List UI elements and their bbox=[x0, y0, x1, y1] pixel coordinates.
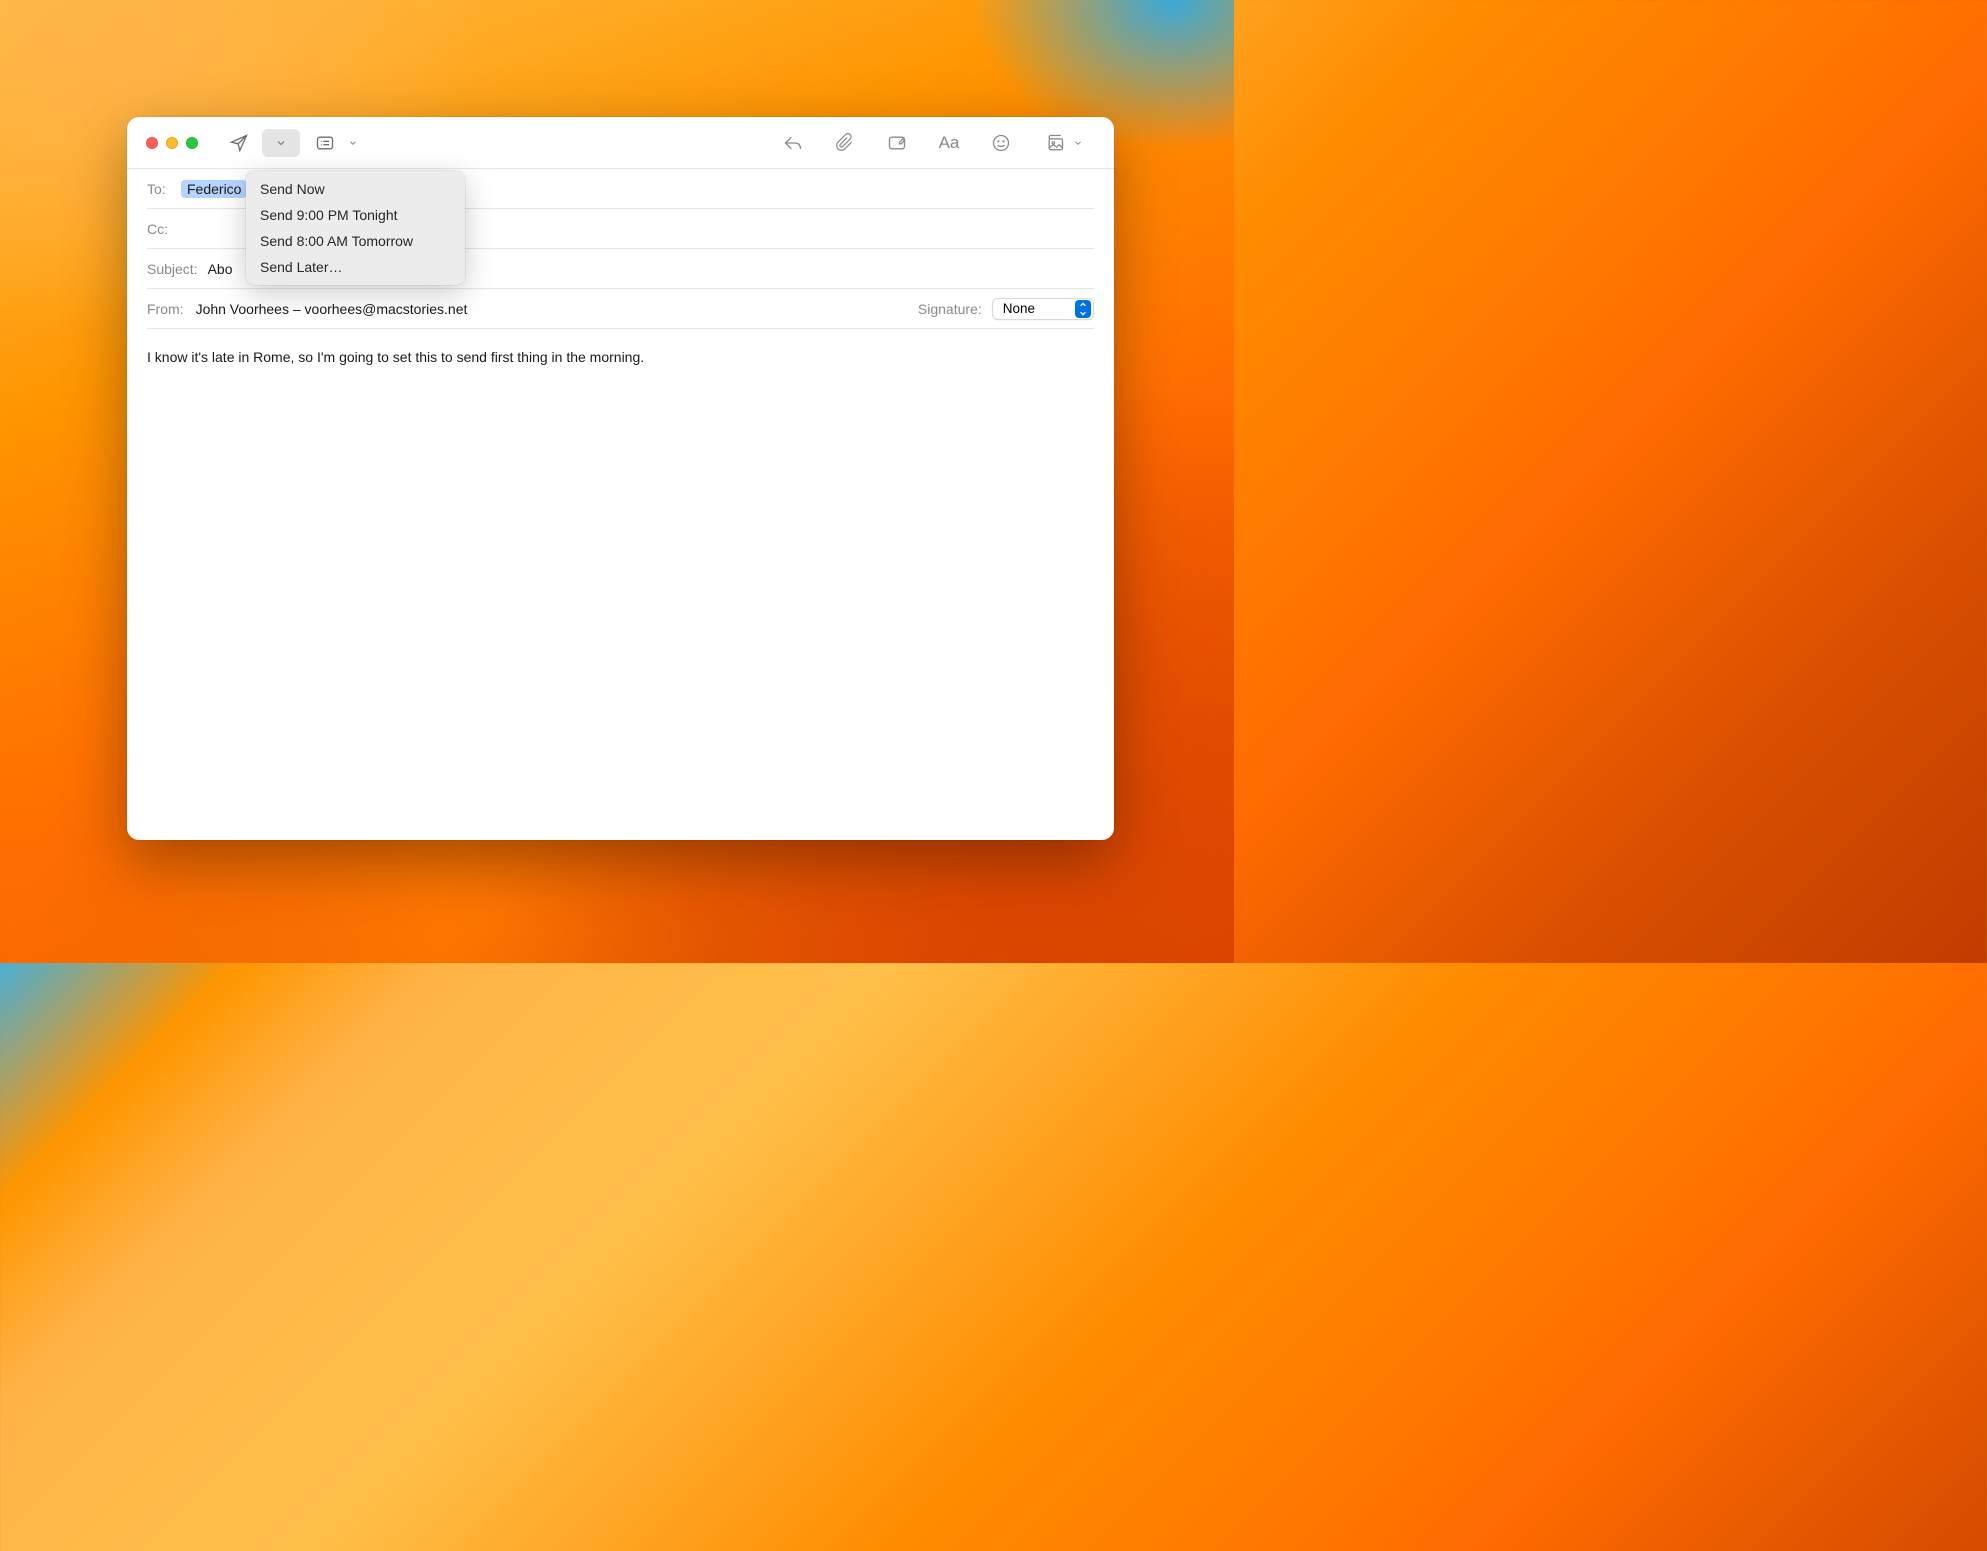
traffic-lights bbox=[146, 137, 198, 149]
select-stepper-icon bbox=[1075, 300, 1091, 318]
recipient-chip[interactable]: Federico bbox=[181, 180, 247, 198]
message-body[interactable]: I know it's late in Rome, so I'm going t… bbox=[127, 329, 1114, 840]
markup-icon bbox=[887, 133, 907, 153]
header-fields-button[interactable] bbox=[306, 129, 344, 157]
paperclip-icon bbox=[835, 133, 855, 153]
signature-area: Signature: None bbox=[918, 298, 1094, 320]
to-label: To: bbox=[147, 181, 173, 197]
header-fields-chevron[interactable] bbox=[344, 138, 362, 148]
menu-item-send-later[interactable]: Send Later… bbox=[246, 254, 465, 280]
emoji-button[interactable] bbox=[987, 129, 1015, 157]
send-options-dropdown-button[interactable] bbox=[262, 129, 300, 157]
subject-label: Subject: bbox=[147, 261, 198, 277]
zoom-window-button[interactable] bbox=[186, 137, 198, 149]
toolbar-left bbox=[220, 129, 362, 157]
list-rect-icon bbox=[315, 133, 335, 153]
from-value[interactable]: John Voorhees – voorhees@macstories.net bbox=[196, 301, 468, 317]
menu-item-send-tomorrow[interactable]: Send 8:00 AM Tomorrow bbox=[246, 228, 465, 254]
send-options-menu: Send Now Send 9:00 PM Tonight Send 8:00 … bbox=[246, 171, 465, 285]
chevron-down-icon bbox=[348, 138, 358, 148]
toolbar-right: Aa bbox=[779, 129, 1095, 157]
photo-browser-chevron[interactable] bbox=[1069, 138, 1087, 148]
smiley-icon bbox=[991, 133, 1011, 153]
close-window-button[interactable] bbox=[146, 137, 158, 149]
minimize-window-button[interactable] bbox=[166, 137, 178, 149]
send-button[interactable] bbox=[220, 129, 258, 157]
signature-select[interactable]: None bbox=[992, 298, 1094, 320]
signature-value: None bbox=[1003, 301, 1035, 316]
chevron-down-icon bbox=[275, 137, 287, 149]
from-field-row: From: John Voorhees – voorhees@macstorie… bbox=[147, 289, 1094, 329]
titlebar: Aa bbox=[127, 117, 1114, 169]
font-format-icon: Aa bbox=[939, 133, 960, 153]
subject-value: Abo bbox=[208, 261, 233, 277]
chevron-down-icon bbox=[1073, 138, 1083, 148]
paper-plane-icon bbox=[229, 133, 249, 153]
format-button[interactable]: Aa bbox=[935, 129, 963, 157]
menu-item-send-tonight[interactable]: Send 9:00 PM Tonight bbox=[246, 202, 465, 228]
photos-icon bbox=[1045, 133, 1065, 153]
attachment-button[interactable] bbox=[831, 129, 859, 157]
body-text: I know it's late in Rome, so I'm going t… bbox=[147, 349, 644, 365]
signature-label: Signature: bbox=[918, 301, 982, 317]
markup-button[interactable] bbox=[883, 129, 911, 157]
menu-item-send-now[interactable]: Send Now bbox=[246, 176, 465, 202]
from-label: From: bbox=[147, 301, 184, 317]
cc-label: Cc: bbox=[147, 221, 173, 237]
reply-button[interactable] bbox=[779, 129, 807, 157]
photo-browser-button[interactable] bbox=[1041, 129, 1069, 157]
reply-arrow-icon bbox=[783, 133, 803, 153]
